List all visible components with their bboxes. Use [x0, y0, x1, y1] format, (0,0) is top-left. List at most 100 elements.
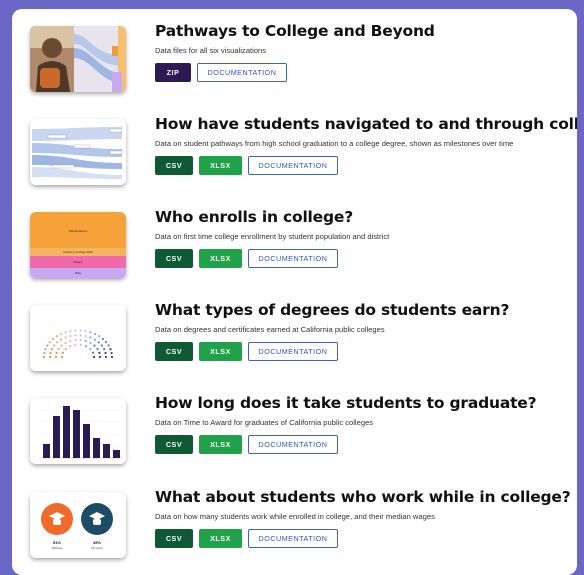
- enroll-label: Hispanic: [73, 261, 83, 264]
- arc-dot: [44, 348, 47, 351]
- button-group: CSV XLSX DOCUMENTATION: [155, 529, 338, 548]
- arc-dot: [56, 341, 59, 344]
- download-item-time-to-award: How long does it take students to gradua…: [12, 381, 577, 471]
- enroll-label: White: [75, 272, 82, 275]
- arc-dot: [74, 334, 77, 337]
- documentation-button[interactable]: DOCUMENTATION: [248, 249, 338, 268]
- arc-dot: [57, 347, 60, 351]
- worked-caption: Worked: [52, 546, 63, 550]
- xlsx-download-button[interactable]: XLSX: [199, 156, 242, 175]
- arc-dot: [84, 334, 87, 338]
- thumbnail-work[interactable]: 51% Worked 49% No work: [30, 492, 126, 558]
- csv-download-button[interactable]: CSV: [155, 342, 193, 361]
- arc-dot: [48, 340, 52, 344]
- download-item-enrollment: Total Enrollment Students in a college d…: [12, 195, 577, 285]
- arc-dot: [50, 348, 53, 351]
- csv-download-button[interactable]: CSV: [155, 435, 193, 454]
- csv-download-button[interactable]: CSV: [155, 529, 193, 548]
- arc-dot: [69, 334, 72, 338]
- downloads-panel: Pathways to College and Beyond Data file…: [12, 9, 577, 575]
- item-description: Data on degrees and certificates earned …: [155, 325, 385, 334]
- arc-dot: [110, 355, 114, 359]
- xlsx-download-button[interactable]: XLSX: [199, 249, 242, 268]
- arc-dot: [49, 351, 52, 355]
- arc-dot: [96, 347, 99, 351]
- documentation-button[interactable]: DOCUMENTATION: [197, 63, 287, 82]
- button-group: CSV XLSX DOCUMENTATION: [155, 435, 338, 454]
- arc-dot: [54, 355, 58, 359]
- csv-download-button[interactable]: CSV: [155, 156, 193, 175]
- thumbnail-enrollment[interactable]: Total Enrollment Students in a college d…: [30, 212, 126, 278]
- item-title: How have students navigated to and throu…: [155, 115, 577, 133]
- documentation-button[interactable]: DOCUMENTATION: [248, 529, 338, 548]
- arc-dot: [51, 337, 55, 341]
- arc-dot: [69, 339, 72, 343]
- no-work-percent: 49%: [93, 540, 101, 545]
- arc-dot: [100, 344, 103, 347]
- arc-dot: [107, 344, 110, 347]
- download-item-degrees: What types of degrees do students earn? …: [12, 288, 577, 378]
- arc-dot: [79, 334, 82, 337]
- arc-dot: [104, 355, 108, 359]
- item-description: Data on Time to Award for graduates of C…: [155, 418, 374, 427]
- arc-dot: [64, 347, 67, 351]
- button-group: CSV XLSX DOCUMENTATION: [155, 342, 338, 361]
- arc-dot: [64, 331, 67, 334]
- arc-dot: [84, 339, 87, 343]
- arc-dot: [93, 332, 97, 336]
- arc-dot: [42, 355, 46, 359]
- csv-download-button[interactable]: CSV: [155, 249, 193, 268]
- arc-dot: [98, 335, 101, 338]
- thumbnail-navigation[interactable]: [30, 119, 126, 185]
- arc-dot: [74, 338, 77, 342]
- xlsx-download-button[interactable]: XLSX: [199, 435, 242, 454]
- documentation-button[interactable]: DOCUMENTATION: [248, 156, 338, 175]
- work-circles-thumbnail: 51% Worked 49% No work: [30, 492, 126, 558]
- arc-dot: [89, 347, 92, 351]
- dot-arc-thumbnail: [30, 305, 126, 371]
- arc-dot: [93, 338, 96, 341]
- arc-dot: [109, 348, 112, 351]
- arc-dot: [60, 344, 63, 347]
- no-work-caption: No work: [91, 546, 103, 550]
- arc-dot: [79, 329, 82, 332]
- enroll-label: Students in a college district: [63, 251, 93, 254]
- arc-dot: [68, 345, 72, 348]
- arc-dot: [93, 344, 96, 347]
- arc-dot: [84, 345, 88, 348]
- zip-download-button[interactable]: ZIP: [155, 63, 191, 82]
- arc-dot: [61, 351, 65, 354]
- item-description: Data on how many students work while enr…: [155, 512, 435, 521]
- arc-dot: [74, 329, 77, 332]
- arc-dot: [64, 336, 67, 339]
- xlsx-download-button[interactable]: XLSX: [199, 342, 242, 361]
- arc-dot: [97, 341, 100, 344]
- item-title: Who enrolls in college?: [155, 208, 353, 226]
- arc-dot: [104, 351, 107, 355]
- student-photo-thumbnail: [30, 26, 126, 92]
- thumbnail-degrees[interactable]: [30, 305, 126, 371]
- arc-dot: [89, 336, 92, 339]
- thumbnail-pathways[interactable]: [30, 26, 126, 92]
- download-item-navigation: How have students navigated to and throu…: [12, 102, 577, 192]
- enroll-label: Total Enrollment: [69, 229, 88, 233]
- arc-dot: [98, 355, 102, 359]
- arc-dot: [46, 344, 49, 347]
- arc-dot: [89, 341, 92, 344]
- arc-dot: [55, 335, 58, 338]
- documentation-button[interactable]: DOCUMENTATION: [248, 342, 338, 361]
- download-item-work: 51% Worked 49% No work What about studen…: [12, 475, 577, 565]
- arc-dot: [48, 355, 52, 359]
- arc-dot: [79, 343, 82, 346]
- arc-dot: [79, 338, 82, 342]
- xlsx-download-button[interactable]: XLSX: [199, 529, 242, 548]
- arc-dot: [43, 351, 46, 355]
- documentation-button[interactable]: DOCUMENTATION: [248, 435, 338, 454]
- item-description: Data on first time college enrollment by…: [155, 232, 390, 241]
- button-group: ZIP DOCUMENTATION: [155, 63, 287, 82]
- thumbnail-time-to-award[interactable]: [30, 398, 126, 464]
- arc-dot: [60, 338, 63, 341]
- arc-dot: [89, 331, 92, 334]
- arc-dot: [91, 351, 95, 354]
- bar-chart-thumbnail: [30, 398, 126, 464]
